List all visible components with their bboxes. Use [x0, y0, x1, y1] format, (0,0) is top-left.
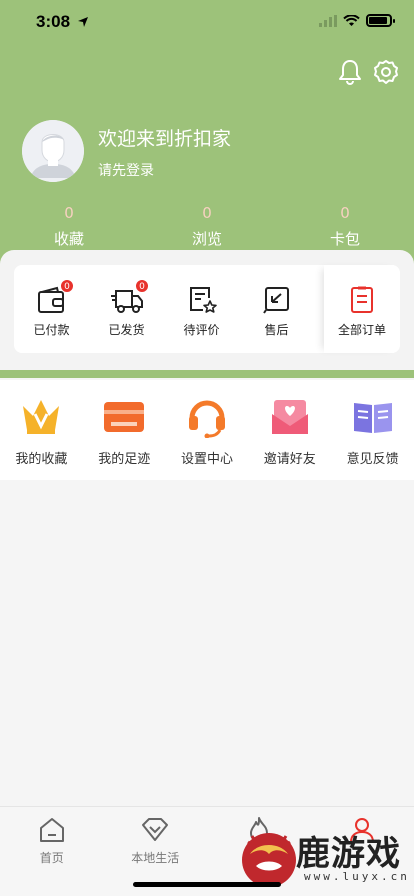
order-paid[interactable]: 0 已付款 — [14, 265, 89, 353]
card-icon — [104, 402, 145, 432]
welcome-title: 欢迎来到折扣家 — [98, 128, 232, 150]
menu-label: 意见反馈 — [346, 452, 399, 467]
menu-feedback[interactable]: 意见反馈 — [331, 380, 414, 480]
stat-value: 0 — [340, 204, 350, 222]
home-icon — [39, 818, 64, 842]
order-after-sales[interactable]: 售后 — [239, 265, 314, 353]
deer-logo-icon — [242, 833, 296, 887]
login-link[interactable]: 请先登录 — [98, 160, 154, 180]
signal-icon — [319, 14, 337, 27]
order-list-icon — [351, 286, 373, 313]
watermark-text: 鹿游戏 — [296, 834, 401, 874]
stat-label: 浏览 — [191, 230, 222, 248]
after-sales-icon — [262, 287, 289, 314]
menu-label: 邀请好友 — [263, 452, 316, 467]
order-label: 售后 — [264, 323, 289, 337]
stat-label: 收藏 — [53, 230, 84, 248]
crown-icon — [23, 400, 60, 434]
order-label: 已发货 — [108, 323, 145, 337]
all-orders-button[interactable]: 全部订单 — [324, 265, 400, 353]
headset-icon — [188, 400, 225, 438]
stat-value: 0 — [64, 204, 74, 222]
settings-gear-icon[interactable] — [372, 58, 400, 86]
status-icons — [319, 14, 395, 27]
stat-label: 卡包 — [329, 230, 360, 248]
menu-label: 设置中心 — [180, 452, 233, 467]
default-avatar-icon — [22, 120, 84, 182]
status-time: 3:08 — [36, 12, 71, 31]
review-icon — [189, 287, 217, 313]
watermark-url: www.luyx.cn — [304, 870, 410, 883]
menu-invite-friends[interactable]: 邀请好友 — [248, 380, 331, 480]
stat-card-wallet[interactable]: 0 卡包 — [276, 204, 414, 249]
tab-label: 本地生活 — [131, 851, 180, 865]
stats-row: 0 收藏 0 浏览 0 卡包 — [0, 204, 414, 249]
order-badge: 0 — [135, 279, 149, 293]
order-to-review[interactable]: 待评价 — [164, 265, 239, 353]
order-label: 已付款 — [33, 323, 70, 337]
menu-settings-center[interactable]: 设置中心 — [166, 380, 249, 480]
order-shipped[interactable]: 0 已发货 — [89, 265, 164, 353]
orders-card: 0 已付款 0 已发货 待评价 售后 全部订单 — [0, 250, 414, 370]
order-badge: 0 — [60, 279, 74, 293]
invite-icon — [271, 400, 308, 434]
tab-label: 首页 — [39, 851, 64, 865]
order-label: 待评价 — [183, 323, 220, 337]
stat-value: 0 — [202, 204, 212, 222]
feature-menu: 我的收藏 我的足迹 设置中心 邀请好友 意见反馈 — [0, 380, 414, 480]
stat-favorites[interactable]: 0 收藏 — [0, 204, 138, 249]
top-actions — [336, 58, 400, 86]
menu-my-favorites[interactable]: 我的收藏 — [0, 380, 83, 480]
bell-icon[interactable] — [336, 58, 364, 86]
menu-my-footprints[interactable]: 我的足迹 — [83, 380, 166, 480]
location-arrow-icon — [78, 17, 88, 27]
battery-icon — [366, 14, 395, 27]
wifi-icon — [343, 14, 360, 26]
book-icon — [353, 403, 392, 433]
stat-history[interactable]: 0 浏览 — [138, 204, 276, 249]
home-indicator — [133, 882, 281, 887]
menu-label: 我的收藏 — [15, 452, 68, 467]
status-bar: 3:08 — [0, 0, 414, 44]
orders-panel: 0 已付款 0 已发货 待评价 售后 全部订单 — [14, 265, 400, 353]
diamond-icon — [142, 818, 169, 841]
all-orders-label: 全部订单 — [337, 323, 386, 337]
avatar[interactable] — [22, 120, 84, 182]
tab-home[interactable]: 首页 — [0, 807, 104, 896]
menu-label: 我的足迹 — [98, 452, 151, 467]
